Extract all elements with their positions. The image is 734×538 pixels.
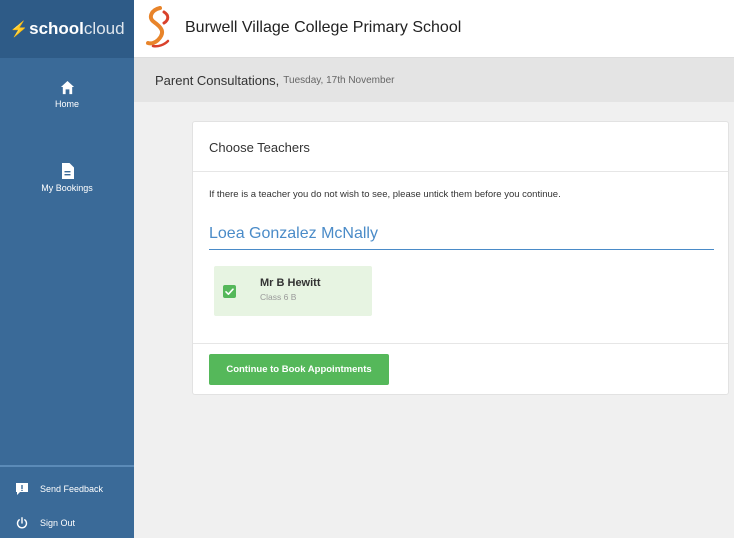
sidebar-bottom: Send Feedback Sign Out	[0, 465, 134, 538]
school-logo-icon	[146, 6, 170, 48]
teacher-name: Mr B Hewitt	[260, 277, 321, 289]
teacher-class: Class 6 B	[260, 292, 297, 302]
divider	[193, 171, 728, 172]
top-header: Burwell Village College Primary School	[134, 0, 734, 58]
page-title-bar: Parent Consultations, Tuesday, 17th Nove…	[134, 58, 734, 102]
sign-out-label: Sign Out	[40, 518, 76, 528]
teacher-option[interactable]: Mr B Hewitt Class 6 B	[214, 266, 372, 316]
sidebar-item-my-bookings[interactable]: My Bookings	[0, 163, 134, 193]
student-name: Loea Gonzalez McNally	[209, 225, 378, 242]
card-title: Choose Teachers	[209, 140, 310, 155]
send-feedback-label: Send Feedback	[40, 484, 104, 494]
teacher-checkbox[interactable]	[223, 285, 236, 298]
bolt-icon: ⚡	[9, 21, 29, 38]
sign-out-link[interactable]: Sign Out	[0, 509, 134, 537]
power-icon	[16, 517, 28, 529]
divider	[193, 343, 728, 344]
sidebar-item-label: Home	[54, 99, 79, 109]
sidebar-item-label: My Bookings	[41, 183, 93, 193]
document-icon	[61, 163, 74, 179]
event-date: Tuesday, 17th November	[283, 74, 395, 86]
brand-light: cloud	[83, 19, 125, 38]
page-title: Parent Consultations,	[155, 72, 280, 88]
feedback-icon	[16, 483, 28, 495]
sidebar-item-home[interactable]: Home	[0, 80, 134, 109]
student-underline	[209, 249, 714, 250]
choose-teachers-card: Choose Teachers If there is a teacher yo…	[192, 121, 729, 395]
continue-button[interactable]: Continue to Book Appointments	[209, 354, 389, 385]
sidebar: ⚡ school cloud Home My Bookings Send Fee…	[0, 0, 134, 538]
instruction-text: If there is a teacher you do not wish to…	[209, 189, 561, 200]
checkmark-icon	[225, 288, 234, 295]
send-feedback-link[interactable]: Send Feedback	[0, 475, 134, 503]
school-name: Burwell Village College Primary School	[185, 19, 462, 36]
schoolcloud-logo[interactable]: ⚡ school cloud	[0, 0, 134, 58]
brand-bold: school	[29, 19, 84, 38]
home-icon	[60, 80, 74, 95]
